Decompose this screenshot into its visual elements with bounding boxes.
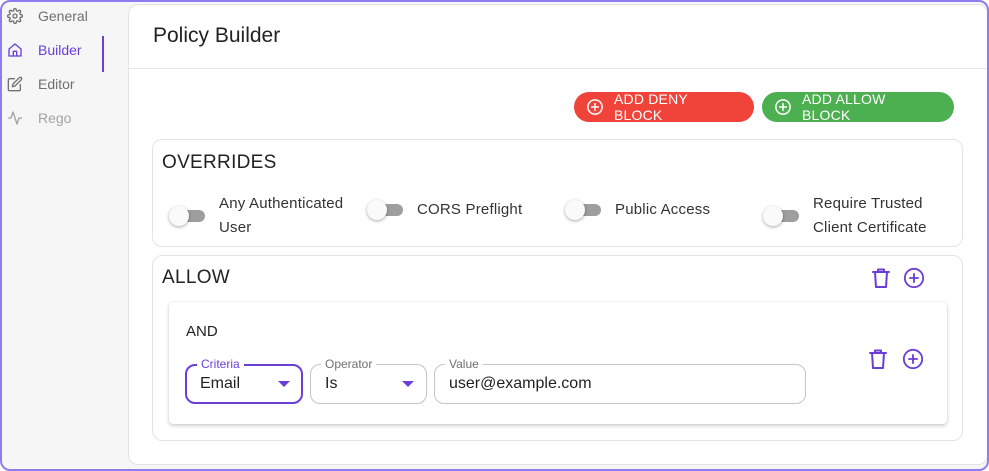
toggle-switch[interactable] bbox=[763, 206, 801, 226]
sidebar-item-label: Builder bbox=[38, 42, 82, 58]
toggle-switch[interactable] bbox=[367, 200, 405, 220]
allow-block-card: ALLOW AND Criteria Email Operator Is Val… bbox=[152, 255, 963, 441]
sidebar-item-label: Rego bbox=[38, 110, 72, 126]
toggle-label: Public Access bbox=[615, 201, 711, 218]
sidebar-item-builder[interactable]: Builder bbox=[6, 36, 82, 64]
activity-icon bbox=[6, 109, 24, 127]
toggle-label-line: Any Authenticated bbox=[219, 195, 344, 212]
page-title: Policy Builder bbox=[153, 24, 281, 47]
chevron-down-icon bbox=[278, 381, 290, 387]
delete-block-button[interactable] bbox=[869, 268, 893, 292]
toggle-label: CORS Preflight bbox=[417, 201, 523, 218]
and-group-title: AND bbox=[186, 323, 218, 340]
value-input[interactable]: Value user@example.com bbox=[434, 357, 806, 404]
trash-icon bbox=[871, 267, 891, 294]
add-condition-button[interactable] bbox=[901, 348, 925, 375]
toggle-label-line: Client Certificate bbox=[813, 219, 927, 236]
allow-block-title: ALLOW bbox=[162, 267, 231, 288]
add-allow-block-label: ADD ALLOW BLOCK bbox=[802, 91, 886, 123]
toggle-switch[interactable] bbox=[169, 206, 207, 226]
toggle-cors-preflight[interactable]: CORS Preflight bbox=[367, 198, 522, 222]
add-group-button[interactable] bbox=[902, 267, 926, 294]
operator-select[interactable]: Operator Is bbox=[310, 357, 427, 404]
plus-circle-icon bbox=[774, 98, 792, 116]
toggle-label-line: User bbox=[219, 219, 252, 236]
sidebar-item-label: Editor bbox=[38, 76, 75, 92]
toggle-label: Any Authenticated User bbox=[219, 192, 343, 240]
criteria-value: Email bbox=[200, 375, 241, 392]
sidebar-item-rego[interactable]: Rego bbox=[6, 104, 71, 132]
sidebar-item-general[interactable]: General bbox=[6, 2, 88, 30]
overrides-card: OVERRIDES Any Authenticated User CORS Pr… bbox=[152, 139, 963, 247]
value-label: Value bbox=[445, 357, 483, 371]
gear-icon bbox=[6, 7, 24, 25]
home-icon bbox=[6, 41, 24, 59]
plus-circle-icon bbox=[903, 267, 925, 294]
and-group-card: AND Criteria Email Operator Is Value use… bbox=[169, 302, 947, 424]
chevron-down-icon bbox=[402, 381, 414, 387]
add-deny-block-button[interactable]: ADD DENY BLOCK bbox=[574, 91, 754, 123]
edit-icon bbox=[6, 75, 24, 93]
toggle-label: Require Trusted Client Certificate bbox=[813, 192, 927, 240]
delete-condition-button[interactable] bbox=[866, 349, 890, 373]
sidebar-item-label: General bbox=[38, 8, 88, 24]
trash-icon bbox=[868, 348, 888, 375]
criteria-label: Criteria bbox=[197, 357, 244, 371]
value-text: user@example.com bbox=[449, 375, 592, 392]
page-header: Policy Builder bbox=[129, 5, 987, 69]
plus-circle-icon bbox=[586, 98, 604, 116]
operator-label: Operator bbox=[321, 357, 377, 371]
toggle-any-authenticated-user[interactable]: Any Authenticated User bbox=[169, 192, 343, 240]
sidebar: General Builder Editor Rego bbox=[2, 2, 122, 469]
app-frame: General Builder Editor Rego Policy Build… bbox=[0, 0, 989, 471]
toggle-switch[interactable] bbox=[565, 200, 603, 220]
overrides-title: OVERRIDES bbox=[162, 152, 277, 173]
add-deny-block-label: ADD DENY BLOCK bbox=[614, 91, 688, 123]
criteria-select[interactable]: Criteria Email bbox=[185, 357, 303, 404]
active-nav-indicator bbox=[102, 36, 104, 72]
operator-value: Is bbox=[325, 375, 338, 392]
toggle-public-access[interactable]: Public Access bbox=[565, 198, 710, 222]
toggle-label-line: Require Trusted bbox=[813, 195, 923, 212]
sidebar-item-editor[interactable]: Editor bbox=[6, 70, 75, 98]
toggle-require-trusted-client-certificate[interactable]: Require Trusted Client Certificate bbox=[763, 192, 927, 240]
plus-circle-icon bbox=[902, 348, 924, 375]
add-allow-block-button[interactable]: ADD ALLOW BLOCK bbox=[762, 91, 954, 123]
